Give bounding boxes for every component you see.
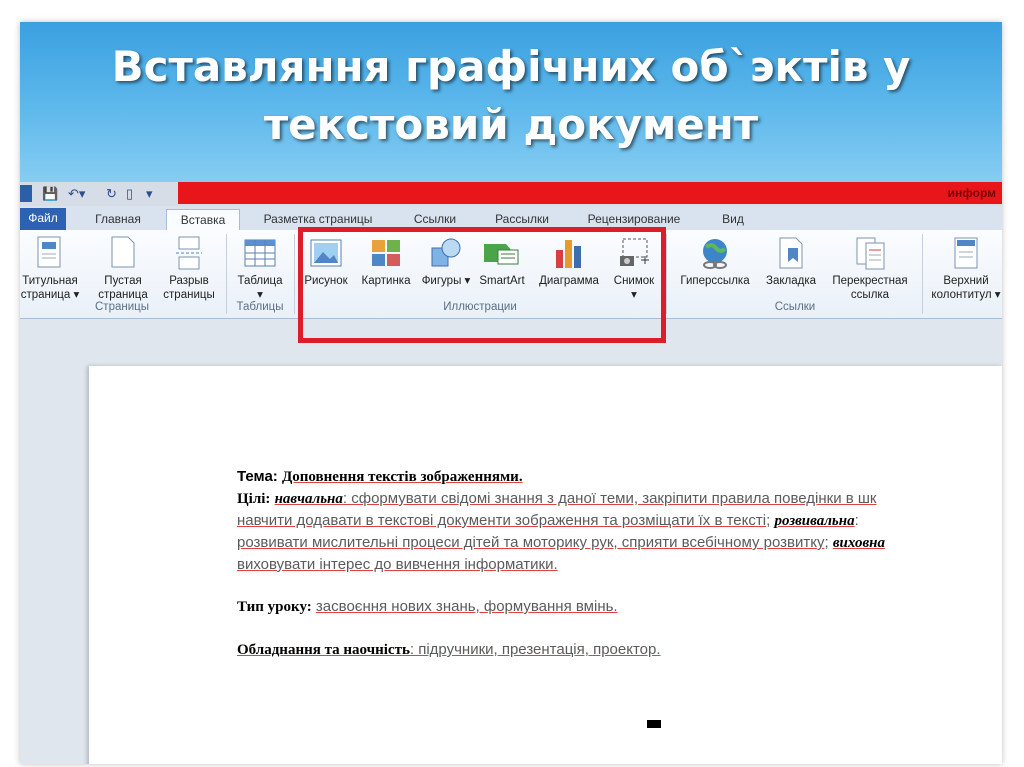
group-tables-label: Таблицы <box>236 301 284 313</box>
goals-label: Цілі: <box>237 491 271 507</box>
title-bar: информ <box>178 182 1002 204</box>
quick-access-toolbar: 💾 ↶▾ ↻ ▯ ▾ информ <box>20 182 1002 206</box>
customize-qat-icon[interactable]: ▾ <box>146 185 153 202</box>
tab-view[interactable]: Вид <box>706 209 760 230</box>
cover-page-icon <box>37 236 61 268</box>
table-label1: Таблица <box>237 275 283 287</box>
goals-line1: Цілі: навчальна: сформувати свідомі знан… <box>237 488 1002 510</box>
slide-title-line1: Вставляння графічних об`эктів у <box>111 42 911 91</box>
blank-page-label2: страница <box>98 289 148 301</box>
goals-line4: виховувати інтерес до вивчення інформати… <box>237 554 1002 575</box>
bookmark-button[interactable]: Закладка <box>758 236 824 288</box>
document-title: информ <box>947 186 996 200</box>
equipment-value: : підручники, презентація, проектор. <box>409 641 661 658</box>
cross-reference-button[interactable]: Перекрестная ссылка <box>822 236 918 302</box>
group-separator <box>666 234 667 314</box>
lesson-type-value: засвоєння нових знань, формування вмінь. <box>315 598 618 615</box>
blank-page-button[interactable]: Пустая страница <box>92 236 154 302</box>
header-icon <box>954 237 978 269</box>
cover-page-label2: страница ▾ <box>20 289 80 301</box>
table-button[interactable]: Таблица ▾ <box>230 236 290 302</box>
table-icon <box>244 239 276 267</box>
cross-reference-label2: ссылка <box>850 289 890 301</box>
goals-keyword-developing: розвивальна <box>774 513 855 529</box>
page-break-label1: Разрыв <box>169 275 209 287</box>
topic-label: Тема: <box>237 468 278 485</box>
title-band: Вставляння графічних об`эктів у текстови… <box>20 22 1002 182</box>
equipment-label: Обладнання та наочність <box>237 642 410 658</box>
cover-page-button[interactable]: Титульная страница ▾ <box>20 236 86 302</box>
new-document-icon[interactable]: ▯ <box>126 185 133 202</box>
goals-text1: : сформувати свідомі знання з даної теми… <box>342 490 877 507</box>
cross-reference-label1: Перекрестная <box>832 275 908 287</box>
hyperlink-icon <box>703 239 727 269</box>
topic-value: Доповнення текстів зображеннями. <box>281 469 523 485</box>
page-break-label2: страницы <box>163 289 215 301</box>
word-screenshot: 💾 ↶▾ ↻ ▯ ▾ информ Файл Главная Вставка Р… <box>20 182 1002 764</box>
hyperlink-button[interactable]: Гиперссылка <box>672 236 758 288</box>
redo-icon[interactable]: ↻ <box>106 185 117 202</box>
tab-insert[interactable]: Вставка <box>166 209 240 231</box>
blank-page-icon <box>111 236 135 268</box>
clipped-text-fragment <box>647 720 661 728</box>
bookmark-label: Закладка <box>766 275 816 287</box>
page-break-icon <box>176 236 202 270</box>
tab-file[interactable]: Файл <box>20 208 66 230</box>
cross-reference-icon <box>856 237 885 270</box>
goals-line3: розвивати мислительні процеси дітей та м… <box>237 532 1002 554</box>
undo-icon[interactable]: ↶▾ <box>68 185 85 202</box>
topic-line: Тема: Доповнення текстів зображеннями. <box>237 466 1002 488</box>
document-body: Тема: Доповнення текстів зображеннями. Ц… <box>237 466 1002 661</box>
save-icon[interactable]: 💾 <box>42 185 58 202</box>
goals-keyword-educational: виховна <box>832 535 886 551</box>
group-links-label: Ссылки <box>774 301 816 313</box>
slide-title: Вставляння графічних об`эктів у текстови… <box>20 38 1002 154</box>
header-label1: Верхний <box>943 275 989 287</box>
slide: Вставляння графічних об`эктів у текстови… <box>20 22 1002 764</box>
document-page: Тема: Доповнення текстів зображеннями. Ц… <box>89 366 1002 764</box>
goals-text2: навчити додавати в текстові документи зо… <box>237 512 771 529</box>
equipment-line: Обладнання та наочність: підручники, пре… <box>237 639 1002 661</box>
header-button[interactable]: Верхний колонтитул ▾ <box>926 236 1002 302</box>
bookmark-icon <box>779 237 803 269</box>
lesson-type-line: Тип уроку: засвоєння нових знань, формув… <box>237 596 1002 618</box>
tab-home[interactable]: Главная <box>78 209 158 230</box>
group-pages-label: Страницы <box>95 301 149 313</box>
goals-line2: навчити додавати в текстові документи зо… <box>237 510 1002 532</box>
header-label2: колонтитул ▾ <box>931 289 1001 301</box>
hyperlink-label: Гиперссылка <box>680 275 750 287</box>
slide-title-line2: текстовий документ <box>263 100 759 149</box>
word-logo-icon <box>20 185 32 202</box>
group-separator <box>922 234 923 314</box>
goals-text4: виховувати інтерес до вивчення інформати… <box>237 556 558 573</box>
table-label2: ▾ <box>257 289 263 301</box>
goals-keyword-learning: навчальна <box>274 491 343 507</box>
page-break-button[interactable]: Разрыв страницы <box>158 236 220 302</box>
group-separator <box>294 234 295 314</box>
lesson-type-label: Тип уроку: <box>237 599 312 615</box>
blank-page-label1: Пустая <box>104 275 142 287</box>
illustrations-highlight-frame <box>298 227 666 343</box>
group-separator <box>226 234 227 314</box>
goals-text2b: : <box>854 512 859 529</box>
cover-page-label1: Титульная <box>22 275 78 287</box>
goals-text3: розвивати мислительні процеси дітей та м… <box>237 534 829 551</box>
